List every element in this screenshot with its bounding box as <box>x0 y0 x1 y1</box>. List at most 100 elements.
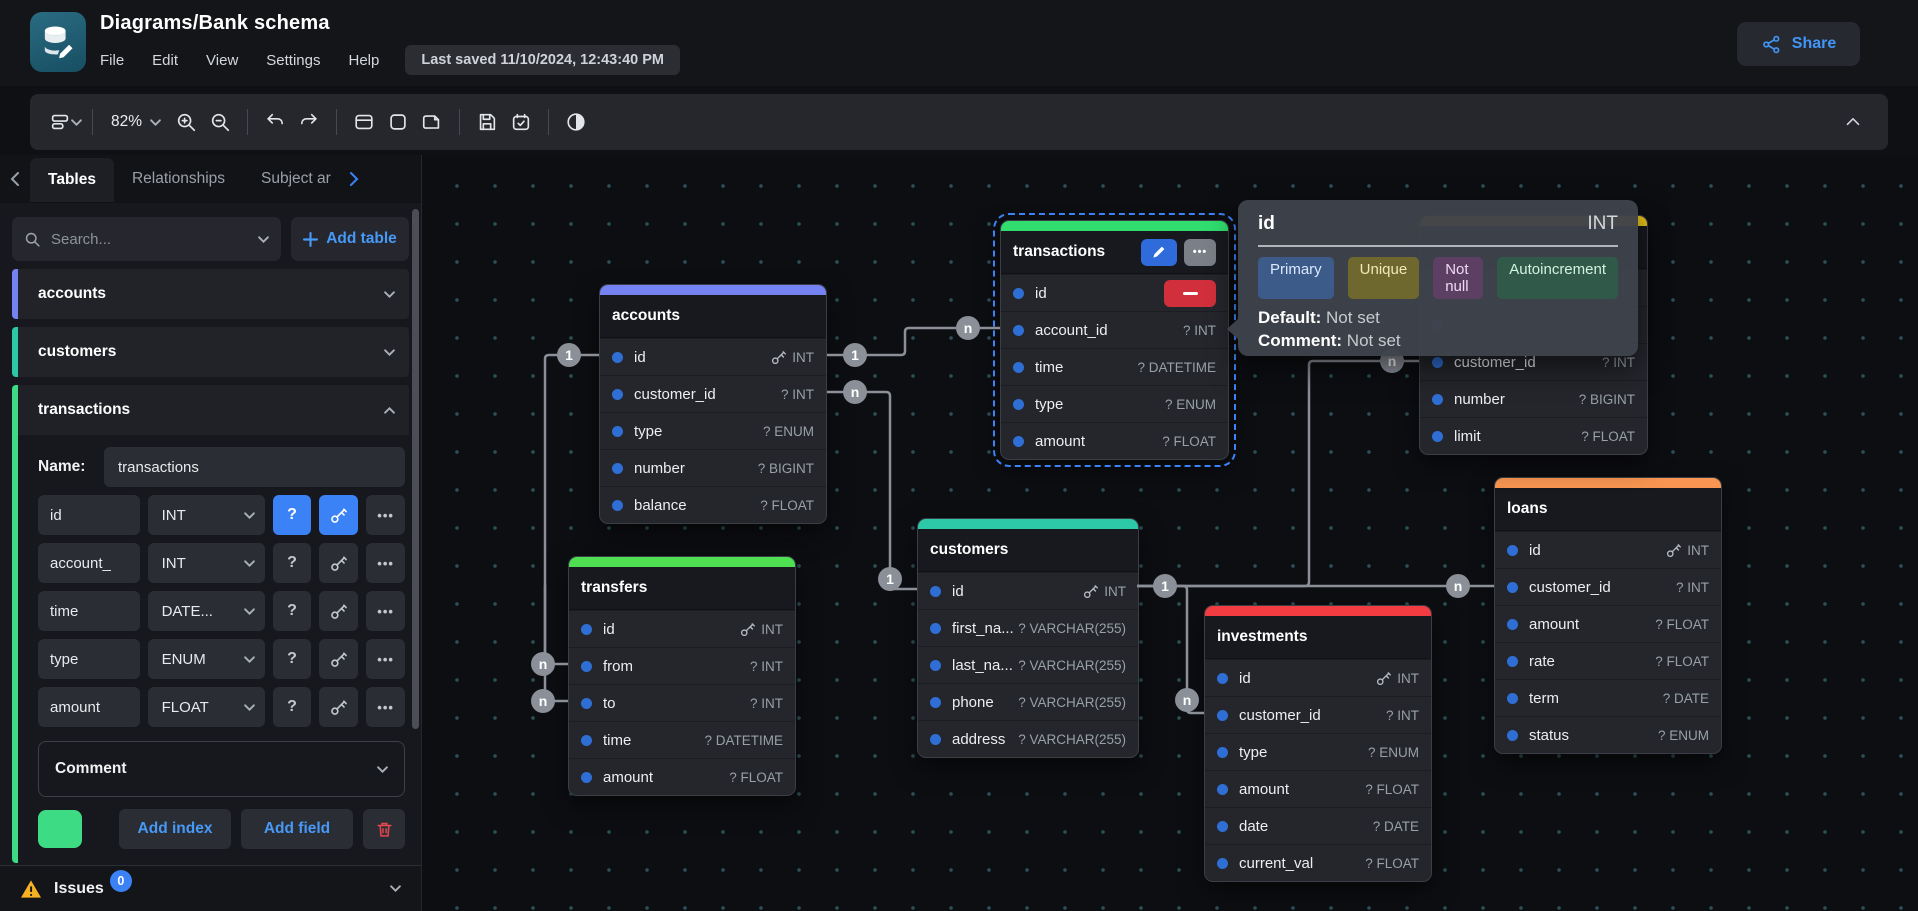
primary-key-toggle[interactable] <box>319 591 358 631</box>
primary-key-toggle[interactable] <box>319 687 358 727</box>
field-more-button[interactable]: ••• <box>366 543 405 583</box>
field-type-select[interactable]: DATE... <box>148 591 265 631</box>
table-investments[interactable]: investmentsidINTcustomer_id? INTtype? EN… <box>1204 605 1432 882</box>
field-type-select[interactable]: INT <box>148 543 265 583</box>
table-field-row[interactable]: customer_id? INT <box>600 375 826 412</box>
table-field-row[interactable]: from? INT <box>569 647 795 684</box>
field-name-input[interactable]: account_ <box>38 543 140 583</box>
add-index-button[interactable]: Add index <box>119 809 231 849</box>
table-field-row[interactable]: type? ENUM <box>1001 385 1228 422</box>
nullable-toggle[interactable]: ? <box>273 639 312 679</box>
remove-field-button[interactable] <box>1164 280 1216 307</box>
todo-button[interactable] <box>504 105 538 139</box>
search-input[interactable]: Search... <box>12 217 281 261</box>
table-transfers[interactable]: transfersidINTfrom? INTto? INTtime? DATE… <box>568 556 796 796</box>
table-color-swatch[interactable] <box>38 810 82 848</box>
field-more-button[interactable]: ••• <box>366 639 405 679</box>
accordion-accounts[interactable]: accounts <box>12 269 409 319</box>
primary-key-toggle[interactable] <box>319 495 358 535</box>
tab-subject-areas[interactable]: Subject ar <box>243 155 339 202</box>
table-field-row[interactable]: amount? FLOAT <box>1001 422 1228 459</box>
diagram-canvas[interactable]: accountsidINTcustomer_id? INTtype? ENUMn… <box>422 155 1918 911</box>
table-field-row[interactable]: phone? VARCHAR(255) <box>918 683 1138 720</box>
tabs-scroll-left[interactable] <box>0 155 30 202</box>
delete-table-button[interactable] <box>363 809 405 849</box>
table-field-row[interactable]: idINT <box>1205 659 1431 696</box>
table-field-row[interactable]: address? VARCHAR(255) <box>918 720 1138 757</box>
primary-key-toggle[interactable] <box>319 639 358 679</box>
add-field-button[interactable]: Add field <box>241 809 353 849</box>
primary-key-toggle[interactable] <box>319 543 358 583</box>
menu-help[interactable]: Help <box>348 52 379 69</box>
table-field-row[interactable]: customer_id? INT <box>1205 696 1431 733</box>
comment-collapse[interactable]: Comment <box>38 741 405 797</box>
diagram-layout-button[interactable] <box>48 105 82 139</box>
table-loans[interactable]: loansidINTcustomer_id? INTamount? FLOATr… <box>1494 477 1722 754</box>
add-area-button[interactable] <box>415 105 449 139</box>
table-accounts[interactable]: accountsidINTcustomer_id? INTtype? ENUMn… <box>599 284 827 524</box>
tabs-scroll-right[interactable] <box>339 155 369 202</box>
table-field-row[interactable]: balance? FLOAT <box>600 486 826 523</box>
zoom-in-button[interactable] <box>169 105 203 139</box>
table-field-row[interactable]: time? DATETIME <box>1001 348 1228 385</box>
table-field-row[interactable]: time? DATETIME <box>569 721 795 758</box>
issues-bar[interactable]: Issues 0 <box>0 865 421 911</box>
table-field-row[interactable]: rate? FLOAT <box>1495 642 1721 679</box>
menu-view[interactable]: View <box>206 52 238 69</box>
table-field-row[interactable]: id <box>1001 274 1228 311</box>
redo-button[interactable] <box>292 105 326 139</box>
theme-contrast-button[interactable] <box>559 105 593 139</box>
table-field-row[interactable]: idINT <box>569 610 795 647</box>
field-type-select[interactable]: ENUM <box>148 639 265 679</box>
table-more-button[interactable]: ••• <box>1184 239 1216 266</box>
table-field-row[interactable]: term? DATE <box>1495 679 1721 716</box>
menu-settings[interactable]: Settings <box>266 52 320 69</box>
menu-edit[interactable]: Edit <box>152 52 178 69</box>
table-transactions[interactable]: transactions•••idaccount_id? INTtime? DA… <box>1000 220 1229 460</box>
tab-tables[interactable]: Tables <box>30 158 114 202</box>
table-field-row[interactable]: amount? FLOAT <box>569 758 795 795</box>
table-field-row[interactable]: number? BIGINT <box>600 449 826 486</box>
share-button[interactable]: Share <box>1737 22 1860 66</box>
menu-file[interactable]: File <box>100 52 124 69</box>
field-more-button[interactable]: ••• <box>366 591 405 631</box>
nullable-toggle[interactable]: ? <box>273 687 312 727</box>
table-field-row[interactable]: date? DATE <box>1205 807 1431 844</box>
nullable-toggle[interactable]: ? <box>273 591 312 631</box>
field-name-input[interactable]: amount <box>38 687 140 727</box>
zoom-level-select[interactable]: 82% <box>103 113 169 131</box>
table-field-row[interactable]: amount? FLOAT <box>1205 770 1431 807</box>
edit-table-button[interactable] <box>1141 239 1177 266</box>
table-field-row[interactable]: idINT <box>600 338 826 375</box>
table-field-row[interactable]: idINT <box>918 572 1138 609</box>
table-customers[interactable]: customersidINTfirst_na...? VARCHAR(255)l… <box>917 518 1139 758</box>
nullable-toggle[interactable]: ? <box>273 495 312 535</box>
table-field-row[interactable]: status? ENUM <box>1495 716 1721 753</box>
accordion-header-transactions[interactable]: transactions <box>12 385 409 435</box>
collapse-toolbar-button[interactable] <box>1836 105 1870 139</box>
table-field-row[interactable]: amount? FLOAT <box>1495 605 1721 642</box>
table-field-row[interactable]: type? ENUM <box>600 412 826 449</box>
app-logo[interactable] <box>30 12 86 72</box>
field-more-button[interactable]: ••• <box>366 495 405 535</box>
field-type-select[interactable]: INT <box>148 495 265 535</box>
table-field-row[interactable]: idINT <box>1495 531 1721 568</box>
field-name-input[interactable]: id <box>38 495 140 535</box>
accordion-customers[interactable]: customers <box>12 327 409 377</box>
table-field-row[interactable]: to? INT <box>569 684 795 721</box>
nullable-toggle[interactable]: ? <box>273 543 312 583</box>
add-note-button[interactable] <box>381 105 415 139</box>
table-field-row[interactable]: current_val? FLOAT <box>1205 844 1431 881</box>
field-type-select[interactable]: FLOAT <box>148 687 265 727</box>
add-table-button-sidebar[interactable]: Add table <box>291 217 409 261</box>
undo-button[interactable] <box>258 105 292 139</box>
table-field-row[interactable]: limit? FLOAT <box>1420 417 1647 454</box>
table-field-row[interactable]: customer_id? INT <box>1495 568 1721 605</box>
sidebar-scrollbar[interactable] <box>412 209 419 729</box>
zoom-out-button[interactable] <box>203 105 237 139</box>
add-table-button[interactable] <box>347 105 381 139</box>
table-field-row[interactable]: type? ENUM <box>1205 733 1431 770</box>
table-name-input[interactable]: transactions <box>104 447 405 487</box>
field-more-button[interactable]: ••• <box>366 687 405 727</box>
save-button[interactable] <box>470 105 504 139</box>
